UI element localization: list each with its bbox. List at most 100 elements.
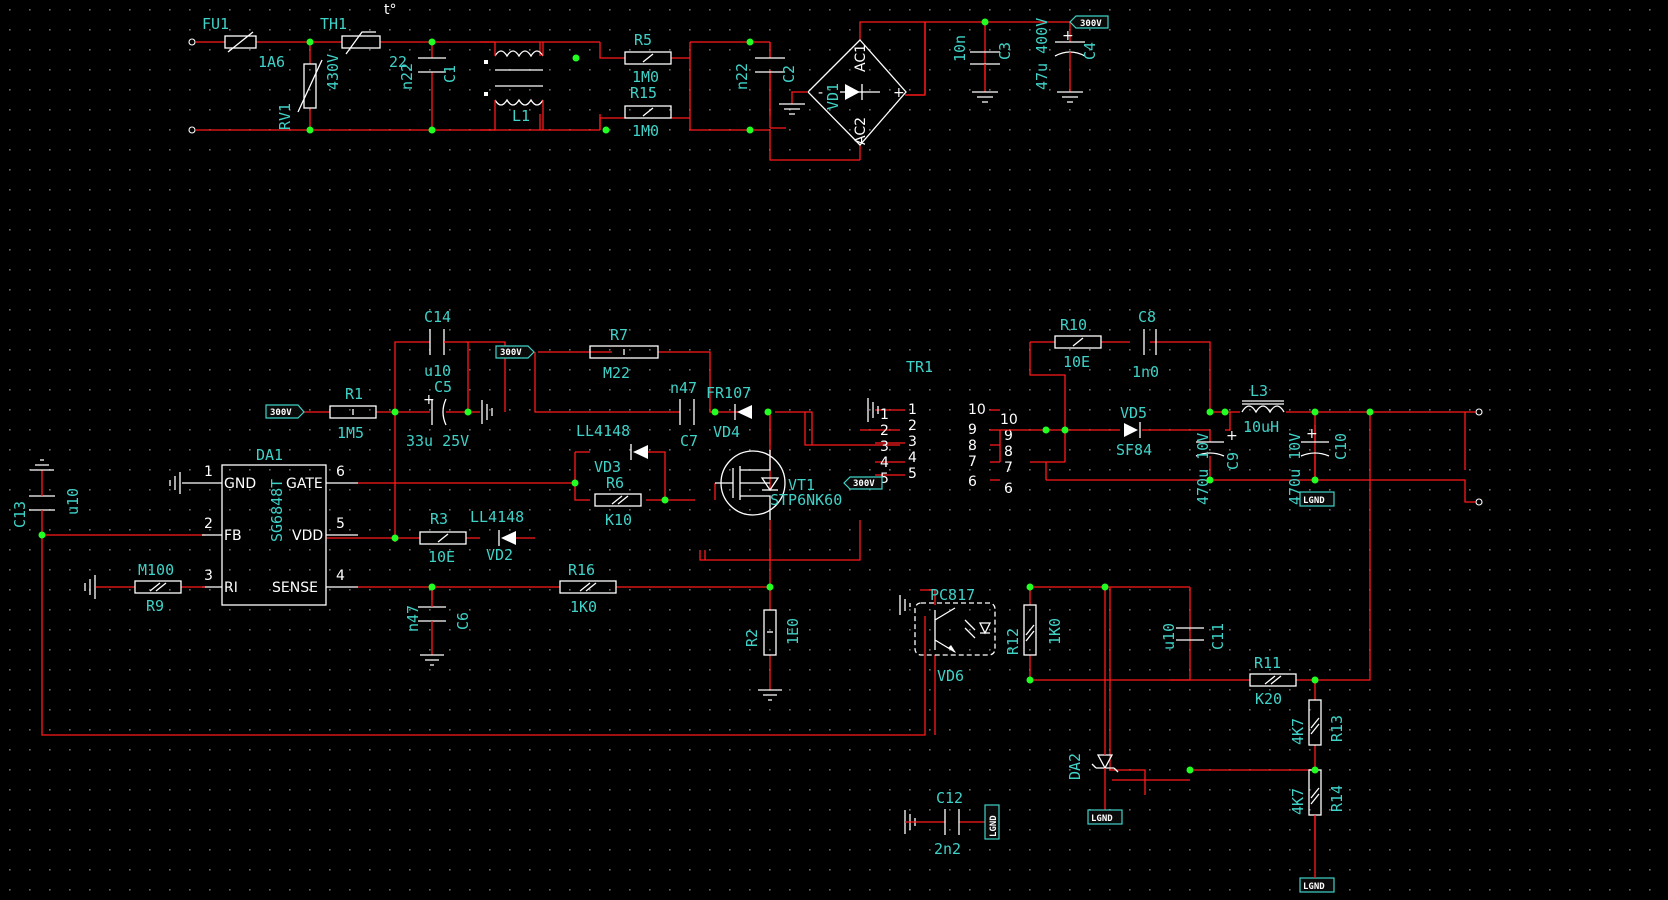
net-tag-300v-r7: 300V bbox=[495, 345, 535, 359]
r3-ref: R3 bbox=[430, 510, 448, 528]
r1-value: 1M5 bbox=[337, 424, 364, 442]
svg-text:300V: 300V bbox=[270, 408, 292, 418]
r14-ref: R14 bbox=[1328, 785, 1346, 812]
da1-part: SG6848T bbox=[268, 479, 286, 542]
r9-ref: R9 bbox=[146, 597, 164, 615]
tr1-ref: TR1 bbox=[906, 358, 933, 376]
c4-value: 47u 400V bbox=[1033, 18, 1051, 90]
schematic-canvas: FU1 1A6 t° TH1 22 RV1 430V C1 n22 L1 R5 … bbox=[0, 0, 1668, 900]
c2-value: n22 bbox=[733, 63, 751, 90]
c7-ref: C7 bbox=[680, 432, 698, 450]
svg-text:4: 4 bbox=[336, 568, 345, 584]
vd1-ref: VD1 bbox=[824, 83, 842, 110]
r11-value: K20 bbox=[1255, 690, 1282, 708]
c6-value: n47 bbox=[404, 605, 422, 632]
vd4-ref: VD4 bbox=[713, 423, 740, 441]
r15-value: 1M0 bbox=[632, 122, 659, 140]
r2-value: 1E0 bbox=[784, 618, 802, 645]
net-tag-300v: 300V bbox=[1069, 15, 1109, 29]
svg-text:LGND: LGND bbox=[1091, 814, 1113, 824]
svg-text:7: 7 bbox=[1004, 460, 1013, 476]
svg-text:5: 5 bbox=[908, 466, 917, 482]
l3-ref: L3 bbox=[1250, 382, 1268, 400]
svg-text:+: + bbox=[423, 392, 435, 408]
c3-value: 10n bbox=[951, 35, 969, 62]
da1-ref: DA1 bbox=[256, 446, 283, 464]
r10-ref: R10 bbox=[1060, 316, 1087, 334]
r13-value: 4K7 bbox=[1289, 718, 1307, 745]
c1-ref: C1 bbox=[441, 65, 459, 83]
r9-value: M100 bbox=[138, 561, 174, 579]
net-tag-lgnd-c10: LGND bbox=[1299, 491, 1335, 507]
c12-value: 2n2 bbox=[934, 840, 961, 858]
grid-background bbox=[0, 0, 1668, 900]
svg-text:3: 3 bbox=[204, 568, 213, 584]
vd1-ac2: AC2 bbox=[853, 117, 869, 145]
svg-text:300V: 300V bbox=[1080, 19, 1102, 29]
svg-text:300V: 300V bbox=[853, 479, 875, 489]
svg-text:10: 10 bbox=[1000, 412, 1018, 428]
svg-text:1: 1 bbox=[908, 402, 917, 418]
input-terminal-l bbox=[188, 38, 196, 46]
svg-text:1: 1 bbox=[204, 464, 213, 480]
r7-ref: R7 bbox=[610, 326, 628, 344]
rv1-value: 430V bbox=[324, 54, 342, 90]
vd5-value: SF84 bbox=[1116, 441, 1152, 459]
l1-ref: L1 bbox=[512, 107, 530, 125]
svg-text:2: 2 bbox=[880, 423, 889, 439]
r12-value: 1K0 bbox=[1046, 618, 1064, 645]
r6-value: K10 bbox=[605, 511, 632, 529]
svg-text:10: 10 bbox=[968, 402, 986, 418]
net-tag-lgnd-da2: LGND bbox=[1087, 809, 1123, 825]
vd6-ref: VD6 bbox=[937, 667, 964, 685]
c14-ref: C14 bbox=[424, 308, 451, 326]
input-terminal-n bbox=[188, 126, 196, 134]
svg-text:GATE: GATE bbox=[286, 476, 323, 492]
c12-ref: C12 bbox=[936, 789, 963, 807]
svg-text:1: 1 bbox=[880, 407, 889, 423]
svg-text:6: 6 bbox=[336, 464, 345, 480]
vd5-ref: VD5 bbox=[1120, 404, 1147, 422]
svg-text:t°: t° bbox=[384, 2, 397, 18]
fu1-value: 1A6 bbox=[258, 53, 285, 71]
rv1-ref: RV1 bbox=[276, 103, 294, 130]
vd4-value: FR107 bbox=[706, 384, 751, 402]
c5-value: 33u 25V bbox=[406, 432, 469, 450]
svg-text:6: 6 bbox=[1004, 481, 1013, 497]
svg-text:3: 3 bbox=[908, 434, 917, 450]
r7-value: M22 bbox=[603, 364, 630, 382]
r12-ref: R12 bbox=[1004, 628, 1022, 655]
c8-value: 1n0 bbox=[1132, 363, 1159, 381]
svg-text:7: 7 bbox=[968, 454, 977, 470]
r5-ref: R5 bbox=[634, 31, 652, 49]
c1-value: n22 bbox=[398, 63, 416, 90]
fu1-ref: FU1 bbox=[202, 15, 229, 33]
output-terminal-plus bbox=[1475, 408, 1483, 416]
c3-ref: C3 bbox=[996, 42, 1014, 60]
vt1-value: STP6NK60 bbox=[770, 491, 842, 509]
l3-value: 10uH bbox=[1243, 418, 1279, 436]
da2-ref: DA2 bbox=[1066, 753, 1084, 780]
r11-ref: R11 bbox=[1254, 654, 1281, 672]
c7-value: n47 bbox=[670, 379, 697, 397]
c2-ref: C2 bbox=[780, 65, 798, 83]
c11-value: u10 bbox=[1160, 623, 1178, 650]
svg-text:+: + bbox=[1226, 428, 1238, 444]
vd1-ac1: AC1 bbox=[853, 44, 869, 72]
r15-ref: R15 bbox=[630, 84, 657, 102]
c11-ref: C11 bbox=[1209, 623, 1227, 650]
vd1-minus: - bbox=[818, 85, 823, 101]
c13-value: u10 bbox=[64, 488, 82, 515]
net-tag-300v-r1: 300V bbox=[265, 404, 305, 419]
c5-ref: C5 bbox=[434, 378, 452, 396]
output-terminal-minus bbox=[1475, 498, 1483, 506]
svg-text:LGND: LGND bbox=[1303, 496, 1325, 506]
svg-text:FB: FB bbox=[224, 528, 242, 544]
svg-text:8: 8 bbox=[968, 438, 977, 454]
svg-text:4: 4 bbox=[880, 455, 889, 471]
r3-value: 10E bbox=[428, 548, 455, 566]
svg-text:4: 4 bbox=[908, 450, 917, 466]
c10-ref: C10 bbox=[1332, 433, 1350, 460]
r16-ref: R16 bbox=[568, 561, 595, 579]
svg-text:LGND: LGND bbox=[989, 815, 999, 837]
